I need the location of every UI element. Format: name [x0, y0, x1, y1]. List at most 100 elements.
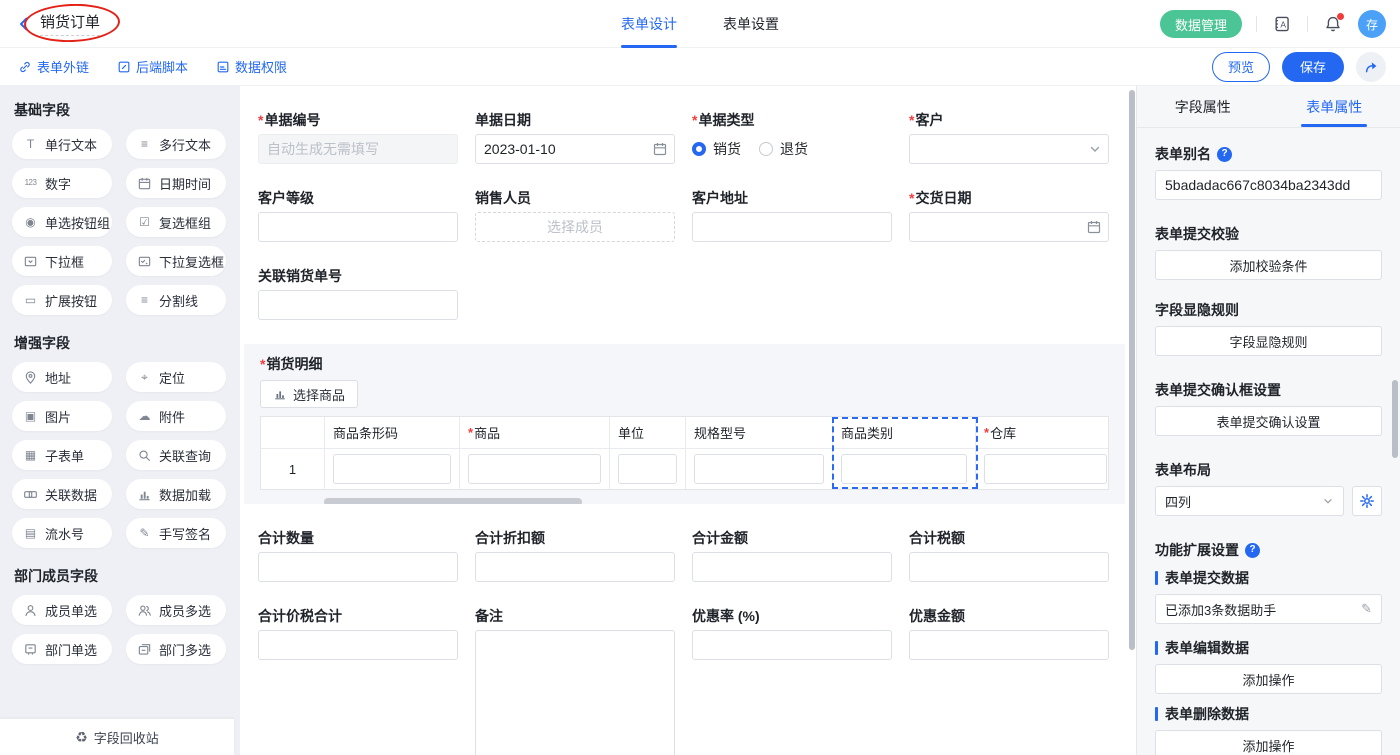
submit-data-box[interactable]: 已添加3条数据助手 ✎ [1155, 594, 1382, 624]
field-customer-level[interactable]: 客户等级 [258, 188, 458, 242]
column-header-index[interactable] [261, 417, 325, 448]
cell-unit[interactable] [610, 449, 686, 489]
field-discount-rate[interactable]: 优惠率 (%) [692, 606, 892, 755]
add-validation-button[interactable]: 添加校验条件 [1155, 250, 1382, 280]
save-button[interactable]: 保存 [1282, 52, 1344, 82]
sidebar-item-member-multi[interactable]: 成员多选 [126, 595, 226, 625]
customer-select[interactable] [909, 134, 1109, 164]
cell-warehouse[interactable] [976, 449, 1109, 489]
tab-form-settings[interactable]: 表单设置 [723, 0, 779, 48]
sidebar-item-image[interactable]: ▣图片 [12, 401, 112, 431]
sidebar-item-serial-number[interactable]: ▤流水号 [12, 518, 112, 548]
layout-select[interactable]: 四列 [1155, 486, 1344, 516]
cell-product[interactable] [460, 449, 610, 489]
sidebar-item-location[interactable]: ⌖定位 [126, 362, 226, 392]
add-edit-action-button[interactable]: 添加操作 [1155, 664, 1382, 694]
field-order-no[interactable]: *单据编号 [258, 110, 458, 164]
cell-category[interactable] [833, 449, 976, 489]
total-qty-input[interactable] [258, 552, 458, 582]
column-header-category[interactable]: 商品类别 [833, 417, 976, 448]
field-order-date[interactable]: 单据日期 [475, 110, 675, 164]
field-related-order-no[interactable]: 关联销货单号 [258, 266, 458, 320]
backend-script-link[interactable]: 后端脚本 [117, 57, 188, 76]
sidebar-item-data-load[interactable]: 数据加载 [126, 479, 226, 509]
total-amount-input[interactable] [692, 552, 892, 582]
customer-level-input[interactable] [258, 212, 458, 242]
customer-address-input[interactable] [692, 212, 892, 242]
field-discount-amount[interactable]: 优惠金额 [909, 606, 1109, 755]
sidebar-item-radio-group[interactable]: ◉单选按钮组 [12, 207, 112, 237]
sidebar-item-attachment[interactable]: ☁附件 [126, 401, 226, 431]
form-external-link[interactable]: 表单外链 [18, 57, 89, 76]
select-member-button[interactable]: 选择成员 [475, 212, 675, 242]
cell-spec[interactable] [686, 449, 833, 489]
dictionary-button[interactable]: A [1271, 13, 1293, 35]
cell-input[interactable] [618, 454, 677, 484]
sidebar-item-dept-single[interactable]: 部门单选 [12, 634, 112, 664]
data-permission-link[interactable]: 数据权限 [216, 57, 287, 76]
field-order-type[interactable]: *单据类型 销货 退货 [692, 110, 892, 164]
help-icon[interactable]: ? [1217, 147, 1232, 162]
field-total-discount[interactable]: 合计折扣额 [475, 528, 675, 582]
tab-form-design[interactable]: 表单设计 [621, 0, 677, 48]
preview-button[interactable]: 预览 [1212, 52, 1270, 82]
cell-input[interactable] [333, 454, 451, 484]
tab-form-properties[interactable]: 表单属性 [1269, 86, 1400, 127]
sidebar-item-multi-line-text[interactable]: ≡多行文本 [126, 129, 226, 159]
sidebar-item-address[interactable]: 地址 [12, 362, 112, 392]
panel-vertical-scrollbar-thumb[interactable] [1392, 380, 1398, 458]
sidebar-item-datetime[interactable]: 日期时间 [126, 168, 226, 198]
sidebar-item-dept-multi[interactable]: 部门多选 [126, 634, 226, 664]
sidebar-item-number[interactable]: 123数字 [12, 168, 112, 198]
field-total-tax[interactable]: 合计税额 [909, 528, 1109, 582]
layout-gear-button[interactable] [1352, 486, 1382, 516]
sidebar-item-checkbox-group[interactable]: ☑复选框组 [126, 207, 226, 237]
discount-rate-input[interactable] [692, 630, 892, 660]
back-button[interactable] [14, 14, 34, 34]
edit-icon[interactable]: ✎ [1361, 601, 1372, 617]
field-customer-address[interactable]: 客户地址 [692, 188, 892, 242]
discount-amount-input[interactable] [909, 630, 1109, 660]
avatar[interactable]: 存 [1358, 10, 1386, 38]
main-vertical-scrollbar-thumb[interactable] [1129, 90, 1135, 650]
sidebar-item-extend-button[interactable]: ▭扩展按钮 [12, 285, 112, 315]
radio-return[interactable]: 退货 [759, 139, 808, 159]
order-date-input[interactable] [475, 134, 675, 164]
sidebar-item-divider-line[interactable]: ≡分割线 [126, 285, 226, 315]
sidebar-item-subform[interactable]: ▦子表单 [12, 440, 112, 470]
help-icon[interactable]: ? [1245, 543, 1260, 558]
sidebar-item-multi-select[interactable]: 下拉复选框 [126, 246, 226, 276]
data-manage-button[interactable]: 数据管理 [1160, 10, 1242, 38]
column-header-barcode[interactable]: 商品条形码 [325, 417, 460, 448]
sidebar-item-signature[interactable]: ✎手写签名 [126, 518, 226, 548]
sidebar-item-single-line-text[interactable]: T单行文本 [12, 129, 112, 159]
delivery-date-input[interactable] [909, 212, 1109, 242]
field-total-amount[interactable]: 合计金额 [692, 528, 892, 582]
field-total-with-tax[interactable]: 合计价税合计 [258, 606, 458, 755]
total-with-tax-input[interactable] [258, 630, 458, 660]
column-header-product[interactable]: *商品 [460, 417, 610, 448]
sidebar-item-relation-query[interactable]: 关联查询 [126, 440, 226, 470]
notifications-button[interactable] [1322, 13, 1344, 35]
cell-input[interactable] [468, 454, 601, 484]
select-product-button[interactable]: 选择商品 [260, 380, 358, 408]
horizontal-scrollbar-thumb[interactable] [324, 498, 582, 504]
cell-input[interactable] [841, 454, 967, 484]
total-discount-input[interactable] [475, 552, 675, 582]
column-header-spec[interactable]: 规格型号 [686, 417, 833, 448]
cell-input[interactable] [694, 454, 824, 484]
form-alias-input[interactable]: 5badadac667c8034ba2343dd [1155, 170, 1382, 200]
field-recycle-bin[interactable]: ♻ 字段回收站 [0, 719, 234, 755]
field-sales-person[interactable]: 销售人员 选择成员 [475, 188, 675, 242]
radio-sale[interactable]: 销货 [692, 139, 741, 159]
tab-field-properties[interactable]: 字段属性 [1137, 86, 1269, 127]
field-delivery-date[interactable]: *交货日期 [909, 188, 1109, 242]
order-no-input[interactable] [258, 134, 458, 164]
sidebar-item-member-single[interactable]: 成员单选 [12, 595, 112, 625]
cell-barcode[interactable] [325, 449, 460, 489]
related-order-no-input[interactable] [258, 290, 458, 320]
add-delete-action-button[interactable]: 添加操作 [1155, 730, 1382, 755]
field-remark[interactable]: 备注 [475, 606, 675, 755]
total-tax-input[interactable] [909, 552, 1109, 582]
field-total-qty[interactable]: 合计数量 [258, 528, 458, 582]
